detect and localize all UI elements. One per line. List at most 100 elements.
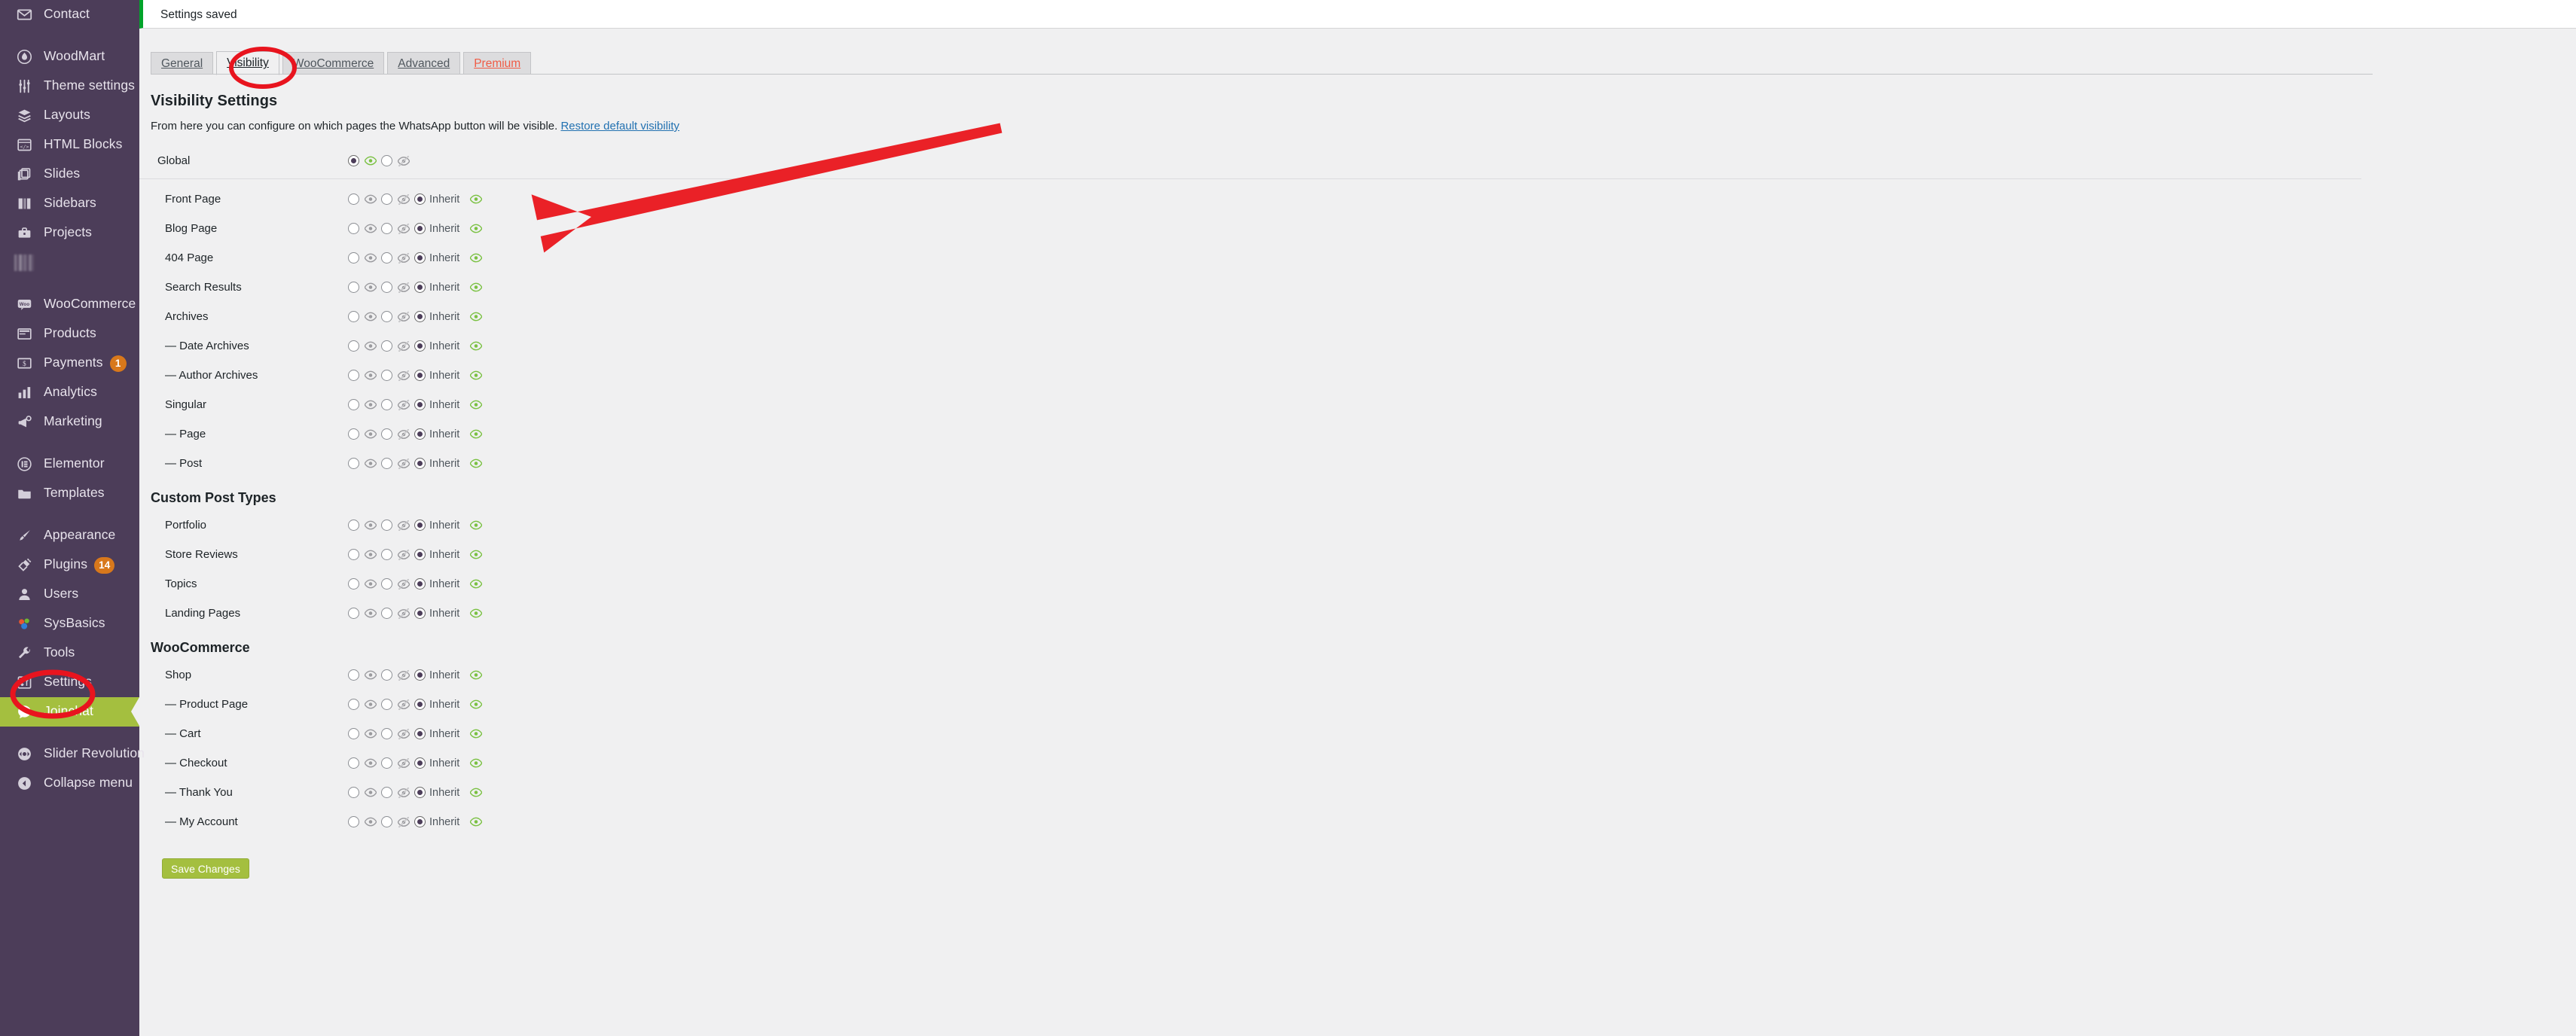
option-hide[interactable]: [381, 340, 414, 352]
option-hide[interactable]: [381, 757, 414, 769]
sidebar-item-theme-settings[interactable]: Theme settings: [0, 72, 139, 101]
option-inherit[interactable]: Inherit: [414, 458, 487, 470]
option-show[interactable]: [348, 193, 381, 205]
sidebar-item-projects[interactable]: Projects: [0, 218, 139, 248]
option-inherit[interactable]: Inherit: [414, 223, 487, 235]
radio-show[interactable]: [348, 155, 359, 166]
radio-hide[interactable]: [381, 399, 392, 410]
option-show[interactable]: [348, 699, 381, 710]
radio-show[interactable]: [348, 311, 359, 322]
radio-inherit[interactable]: [414, 340, 426, 352]
option-inherit[interactable]: Inherit: [414, 252, 487, 264]
option-hide[interactable]: [381, 578, 414, 590]
option-show[interactable]: [348, 428, 381, 440]
sidebar-item-sysbasics[interactable]: SysBasics: [0, 609, 139, 638]
sidebar-item-slider-revolution[interactable]: Slider Revolution: [0, 739, 145, 769]
radio-inherit[interactable]: [414, 311, 426, 322]
radio-hide[interactable]: [381, 155, 392, 166]
radio-hide[interactable]: [381, 282, 392, 293]
option-show[interactable]: [348, 340, 381, 352]
option-hide[interactable]: [381, 549, 414, 560]
radio-inherit[interactable]: [414, 520, 426, 531]
option-hide[interactable]: [381, 520, 414, 531]
option-hide[interactable]: [381, 787, 414, 798]
radio-hide[interactable]: [381, 520, 392, 531]
option-inherit[interactable]: Inherit: [414, 549, 487, 561]
option-show[interactable]: [348, 458, 381, 469]
sidebar-item-settings[interactable]: Settings: [0, 668, 139, 697]
radio-hide[interactable]: [381, 757, 392, 769]
option-inherit[interactable]: Inherit: [414, 699, 487, 711]
sidebar-item-woocommerce[interactable]: Woo WooCommerce: [0, 290, 139, 319]
radio-show[interactable]: [348, 699, 359, 710]
radio-show[interactable]: [348, 608, 359, 619]
option-hide[interactable]: [381, 311, 414, 322]
option-inherit[interactable]: Inherit: [414, 520, 487, 532]
option-show[interactable]: [348, 787, 381, 798]
option-show[interactable]: [348, 223, 381, 234]
option-show[interactable]: [348, 669, 381, 681]
radio-show[interactable]: [348, 816, 359, 827]
option-inherit[interactable]: Inherit: [414, 728, 487, 740]
option-inherit[interactable]: Inherit: [414, 193, 487, 206]
option-hide[interactable]: [381, 728, 414, 739]
tab-woocommerce[interactable]: WooCommerce: [282, 52, 385, 75]
option-show[interactable]: [348, 608, 381, 619]
sidebar-item-tools[interactable]: Tools: [0, 638, 139, 668]
option-hide[interactable]: [381, 428, 414, 440]
radio-hide[interactable]: [381, 787, 392, 798]
radio-inherit[interactable]: [414, 787, 426, 798]
option-inherit[interactable]: Inherit: [414, 787, 487, 799]
radio-hide[interactable]: [381, 223, 392, 234]
sidebar-item-analytics[interactable]: Analytics: [0, 378, 139, 407]
radio-show[interactable]: [348, 340, 359, 352]
option-hide[interactable]: [381, 458, 414, 469]
radio-inherit[interactable]: [414, 193, 426, 205]
sidebar-item-joinchat[interactable]: Joinchat: [0, 697, 139, 727]
sidebar-item-html-blocks[interactable]: </> HTML Blocks: [0, 130, 139, 160]
option-inherit[interactable]: Inherit: [414, 608, 487, 620]
radio-hide[interactable]: [381, 669, 392, 681]
option-show[interactable]: [348, 252, 381, 264]
option-hide[interactable]: [381, 816, 414, 827]
radio-inherit[interactable]: [414, 669, 426, 681]
radio-hide[interactable]: [381, 252, 392, 264]
option-hide[interactable]: [381, 669, 414, 681]
radio-inherit[interactable]: [414, 458, 426, 469]
option-show[interactable]: [348, 578, 381, 590]
radio-show[interactable]: [348, 458, 359, 469]
radio-show[interactable]: [348, 193, 359, 205]
option-hide[interactable]: [381, 193, 414, 205]
option-show[interactable]: [348, 520, 381, 531]
option-hide[interactable]: [381, 608, 414, 619]
option-hide[interactable]: [381, 223, 414, 234]
radio-hide[interactable]: [381, 193, 392, 205]
save-changes-button[interactable]: Save Changes: [162, 858, 249, 879]
radio-hide[interactable]: [381, 549, 392, 560]
radio-show[interactable]: [348, 757, 359, 769]
sidebar-item-sidebars[interactable]: Sidebars: [0, 189, 139, 218]
sidebar-item-woodmart[interactable]: WoodMart: [0, 42, 139, 72]
sidebar-item-plugins[interactable]: Plugins 14: [0, 550, 139, 580]
option-inherit[interactable]: Inherit: [414, 669, 487, 681]
radio-show[interactable]: [348, 399, 359, 410]
radio-show[interactable]: [348, 578, 359, 590]
option-show[interactable]: [348, 757, 381, 769]
option-show[interactable]: [348, 311, 381, 322]
restore-default-visibility-link[interactable]: Restore default visibility: [560, 120, 679, 133]
radio-inherit[interactable]: [414, 816, 426, 827]
option-inherit[interactable]: Inherit: [414, 340, 487, 352]
sidebar-item-slides[interactable]: Slides: [0, 160, 139, 189]
option-inherit[interactable]: Inherit: [414, 816, 487, 828]
radio-hide[interactable]: [381, 428, 392, 440]
tab-advanced[interactable]: Advanced: [387, 52, 461, 75]
sidebar-item-products[interactable]: Products: [0, 319, 139, 349]
radio-show[interactable]: [348, 520, 359, 531]
option-inherit[interactable]: Inherit: [414, 578, 487, 590]
radio-show[interactable]: [348, 370, 359, 381]
tab-general[interactable]: General: [151, 52, 214, 75]
radio-show[interactable]: [348, 282, 359, 293]
sidebar-item-marketing[interactable]: Marketing: [0, 407, 139, 437]
radio-inherit[interactable]: [414, 223, 426, 234]
sidebar-item-contact[interactable]: Contact: [0, 0, 139, 29]
